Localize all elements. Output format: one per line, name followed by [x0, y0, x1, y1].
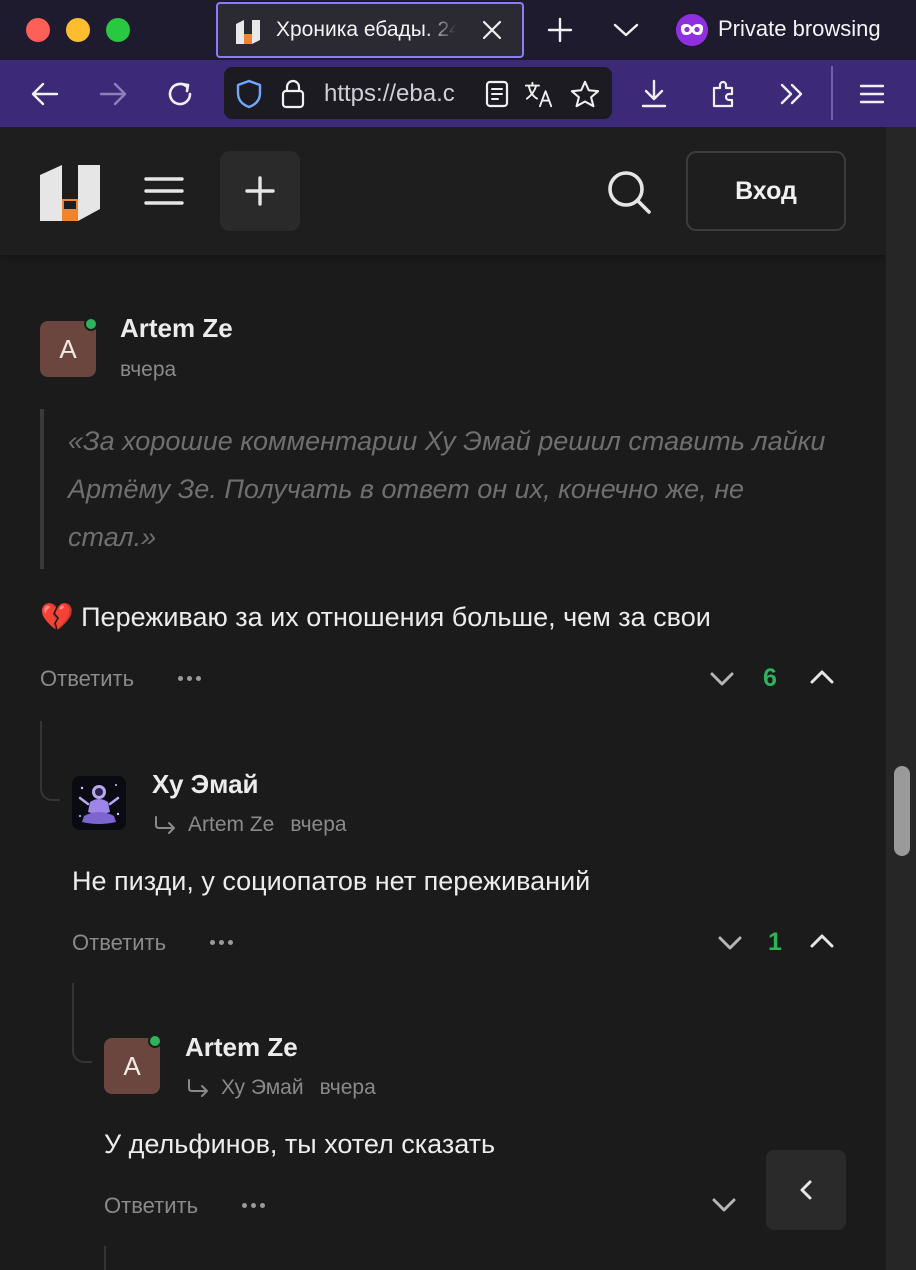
comment-text: 💔 Переживаю за их отношения больше, чем …	[40, 601, 711, 633]
comment-meta: Ху Эмай вчера	[185, 1076, 376, 1100]
comment-author[interactable]: Artem Ze	[185, 1032, 298, 1063]
close-window-button[interactable]	[26, 18, 50, 42]
site-logo[interactable]	[40, 161, 100, 221]
page-scrollbar-thumb[interactable]	[894, 766, 910, 856]
download-icon	[641, 79, 667, 108]
reply-button[interactable]: Ответить	[72, 930, 166, 956]
minimize-window-button[interactable]	[66, 18, 90, 42]
translate-icon[interactable]	[524, 79, 554, 109]
comment-quote: «За хорошие комментарии Ху Эмай решил ст…	[68, 426, 826, 552]
quote-bar	[40, 409, 44, 569]
extensions-button[interactable]	[702, 72, 746, 116]
reload-button[interactable]	[158, 72, 202, 116]
downloads-button[interactable]	[632, 72, 676, 116]
comment-time[interactable]: вчера	[120, 358, 176, 382]
site-header: Вход	[0, 127, 886, 255]
avatar[interactable]	[72, 776, 126, 830]
thread-line[interactable]	[104, 1246, 106, 1270]
tab-list-button[interactable]	[606, 12, 646, 48]
comment-text: У дельфинов, ты хотел сказать	[104, 1129, 496, 1159]
avatar-letter: A	[59, 333, 77, 364]
back-to-top-button[interactable]	[766, 1150, 846, 1230]
online-indicator	[148, 1034, 162, 1048]
tab-title: Хроника ебады. 24	[276, 18, 456, 42]
comment-text-body: Переживаю за их отношения больше, чем за…	[81, 602, 711, 632]
online-indicator	[84, 317, 98, 331]
avatar-letter: A	[123, 1050, 141, 1081]
chevron-down-icon[interactable]	[710, 1191, 738, 1219]
comment-score: 6	[763, 664, 777, 692]
chevron-up-icon[interactable]	[808, 927, 836, 955]
more-dots-icon[interactable]	[242, 1201, 266, 1209]
reply-arrow-icon	[188, 1079, 208, 1097]
reply-to-author[interactable]: Ху Эмай	[221, 1076, 304, 1100]
more-dots-icon[interactable]	[178, 674, 202, 682]
new-tab-button[interactable]	[540, 12, 580, 48]
broken-heart-emoji: 💔	[40, 602, 74, 632]
comment-time[interactable]: вчера	[290, 813, 346, 837]
chevron-up-icon[interactable]	[808, 663, 836, 691]
chevron-left-icon	[800, 1180, 812, 1200]
reload-icon	[168, 82, 192, 106]
overflow-chevrons-icon	[780, 83, 803, 105]
extensions-icon	[712, 80, 734, 108]
comment-time[interactable]: вчера	[320, 1076, 376, 1100]
navbar-separator	[831, 66, 833, 120]
private-browsing-label: Private browsing	[718, 16, 881, 41]
create-post-button[interactable]	[220, 151, 300, 231]
page-scrollbar[interactable]	[886, 127, 916, 1270]
chevron-down-icon	[613, 23, 639, 37]
private-browsing-icon	[676, 14, 708, 46]
comment-time-label: вчера	[120, 358, 177, 381]
url-bar[interactable]: https://eba.c	[224, 67, 612, 119]
page-content: Вход A Artem Ze вчера «За хорошие коммен…	[0, 127, 886, 1270]
reply-arrow-icon	[155, 816, 175, 834]
browser-titlebar: Хроника ебады. 24 Private browsing	[0, 0, 916, 60]
app-menu-button[interactable]	[850, 72, 894, 116]
reply-button[interactable]: Ответить	[104, 1193, 198, 1219]
thread-line[interactable]	[40, 721, 60, 801]
back-arrow-icon	[31, 82, 59, 106]
back-button[interactable]	[22, 72, 66, 116]
shield-icon[interactable]	[234, 79, 264, 109]
reply-to-author[interactable]: Artem Ze	[188, 813, 274, 837]
forward-arrow-icon	[99, 82, 127, 106]
hamburger-menu-icon	[859, 84, 885, 104]
comment-score: 1	[768, 928, 782, 956]
comment-author[interactable]: Ху Эмай	[152, 769, 259, 800]
reader-view-icon[interactable]	[482, 79, 512, 109]
chevron-down-icon[interactable]	[708, 665, 736, 693]
site-favicon-icon	[234, 18, 262, 46]
plus-icon	[245, 176, 275, 206]
site-menu-icon[interactable]	[144, 171, 184, 211]
more-dots-icon[interactable]	[210, 938, 234, 946]
thread-line[interactable]	[72, 983, 92, 1063]
search-icon[interactable]	[606, 169, 652, 215]
comment-text: Не пизди, у социопатов нет переживаний	[72, 866, 591, 896]
browser-navbar: https://eba.c	[0, 60, 916, 127]
comment-meta: Artem Ze вчера	[152, 813, 347, 837]
active-tab[interactable]: Хроника ебады. 24	[216, 2, 524, 58]
overflow-menu-button[interactable]	[770, 72, 814, 116]
lock-icon[interactable]	[278, 79, 308, 109]
reply-button[interactable]: Ответить	[40, 666, 134, 692]
url-text[interactable]: https://eba.c	[324, 80, 472, 108]
close-tab-icon[interactable]	[480, 18, 504, 42]
chevron-down-icon[interactable]	[716, 929, 744, 957]
forward-button[interactable]	[92, 72, 136, 116]
comment-author[interactable]: Artem Ze	[120, 313, 233, 344]
login-button[interactable]: Вход	[686, 151, 846, 231]
bookmark-star-icon[interactable]	[570, 79, 600, 109]
zoom-window-button[interactable]	[106, 18, 130, 42]
plus-icon	[547, 17, 573, 43]
